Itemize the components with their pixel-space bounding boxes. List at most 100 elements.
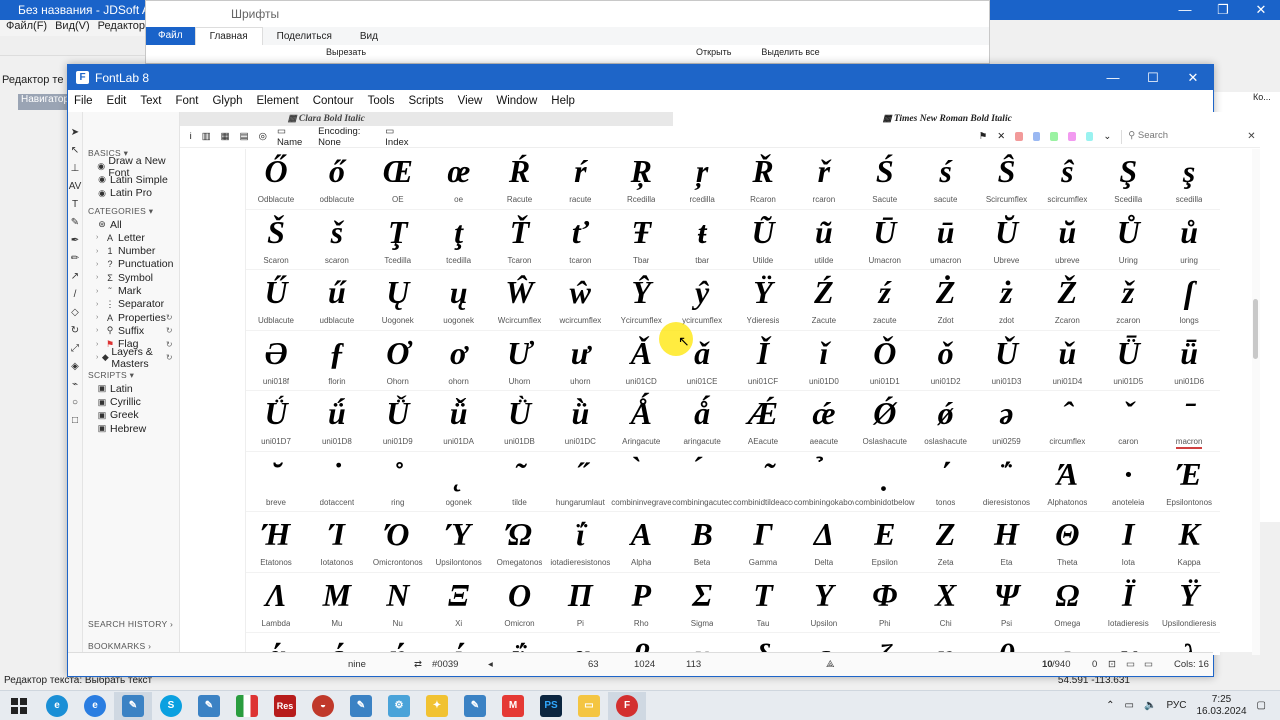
eraser-tool-icon[interactable]: ◇ [68, 306, 82, 320]
categories-section[interactable]: CATEGORIES ▾ [83, 204, 179, 218]
sidebar-item-latin-simple[interactable]: ◉ Latin Simple [83, 173, 179, 186]
notifications-icon[interactable]: ▢ [1257, 700, 1266, 711]
font-tab-times[interactable]: ▦ Times New Roman Bold Italic [673, 112, 1260, 126]
search-input[interactable]: ⚲ Search [1121, 129, 1237, 144]
bg-menu-view[interactable]: Вид(V) [55, 20, 90, 36]
glyph-cell[interactable]: Š Scaron [246, 210, 307, 270]
glyph-cell[interactable]: Ν Nu [367, 573, 428, 633]
flag-filter-icon[interactable]: ⚑ [979, 131, 988, 142]
chevron-right-icon[interactable]: › [96, 314, 104, 321]
glyph-cell[interactable]: Ε Epsilon [854, 512, 915, 572]
sidebar-item-all[interactable]: ⊛ All [83, 218, 179, 231]
glyph-cell[interactable]: Ό Omicrontonos [367, 512, 428, 572]
eyedropper-tool-icon[interactable]: ⌁ [68, 378, 82, 392]
glyph-cell[interactable]: Ξ Xi [428, 573, 489, 633]
glyph-cell[interactable]: Ţ Tcedilla [367, 210, 428, 270]
glyph-cell[interactable]: ų uogonek [428, 270, 489, 330]
glyph-cell[interactable]: ů uring [1159, 210, 1220, 270]
glyph-cell[interactable]: Ή Etatonos [246, 512, 307, 572]
chevron-right-icon[interactable]: › [96, 327, 104, 334]
glyph-cell[interactable]: œ oe [428, 149, 489, 209]
glyph-cell[interactable]: Π Pi [550, 573, 611, 633]
glyph-cell[interactable]: Λ Lambda [246, 573, 307, 633]
glyph-cell[interactable]: ̃combinidtildeaccent [733, 452, 794, 512]
pen-tool-icon[interactable]: ✒ [68, 234, 82, 248]
close-icon[interactable]: ✕ [1242, 2, 1280, 18]
metric-value-a[interactable]: 63 [588, 659, 599, 670]
photoshop-icon[interactable]: PS [532, 692, 570, 720]
glyph-cell[interactable]: ź zacute [854, 270, 915, 330]
ie-browser-icon[interactable]: e [76, 692, 114, 720]
color-flag-blue[interactable] [1032, 132, 1041, 141]
ellipse-tool-icon[interactable]: ○ [68, 396, 82, 410]
glyph-cell[interactable]: ǽ aeacute [793, 391, 854, 451]
sidebar-item-layers-masters[interactable]: › ◆ Layers & Masters ↻ [83, 346, 179, 370]
sidebar-toggle-icon[interactable]: ▥ [202, 131, 211, 142]
bg-menu-file[interactable]: Файл(F) [6, 20, 47, 36]
refresh-icon[interactable]: ↻ [166, 340, 173, 349]
search-history-section[interactable]: SEARCH HISTORY › [88, 619, 173, 629]
rectangle-tool-icon[interactable]: □ [68, 414, 82, 428]
glyph-cell[interactable]: ő odblacute [306, 149, 367, 209]
glyph-cell[interactable]: Γ Gamma [733, 512, 794, 572]
glyph-cell[interactable]: Ά Alphatonos [1037, 452, 1098, 512]
design-app-icon-2[interactable]: ✎ [342, 692, 380, 720]
glyph-cell[interactable]: Ś Sacute [854, 149, 915, 209]
glyph-cell[interactable]: Ŷ Ycircumflex [611, 270, 672, 330]
glyph-cell[interactable]: Δ Delta [793, 512, 854, 572]
glyph-cell[interactable]: ǻ aringacute [672, 391, 733, 451]
glyph-cell[interactable]: ˛ ogonek [428, 452, 489, 512]
glyph-cell[interactable]: ́combiningacutecent [672, 452, 733, 512]
glyph-cell[interactable]: ŷ ycircumflex [672, 270, 733, 330]
open-button[interactable]: Открыть [696, 47, 731, 57]
sidebar-item-separator[interactable]: › ⋮ Separator [83, 298, 179, 311]
explorer-tab-view[interactable]: Вид [346, 31, 392, 42]
menu-font[interactable]: Font [175, 95, 198, 107]
glyph-cell[interactable]: ơ ohorn [428, 331, 489, 391]
menu-glyph[interactable]: Glyph [212, 95, 242, 107]
sidebar-item-latin-pro[interactable]: ◉ Latin Pro [83, 187, 179, 200]
encoding-dropdown[interactable]: Encoding: None [318, 126, 375, 148]
glyph-cell[interactable]: ť tcaron [550, 210, 611, 270]
close-icon[interactable]: ✕ [1173, 70, 1213, 86]
file-explorer-icon[interactable]: ▭ [570, 692, 608, 720]
glyph-cell[interactable]: Ź Zacute [793, 270, 854, 330]
cell-size-large-icon[interactable]: ▭ [1144, 659, 1153, 670]
network-icon[interactable]: ▭ [1125, 700, 1134, 711]
glyph-cell[interactable]: ˚ ring [367, 452, 428, 512]
glyph-cell[interactable]: ΐ iotadieresistonos [550, 512, 611, 572]
glyph-cell[interactable]: Ū Umacron [854, 210, 915, 270]
sidebar-item-number[interactable]: › 1 Number [83, 244, 179, 257]
glyph-cell[interactable]: Ρ Rho [611, 573, 672, 633]
glyph-cell[interactable]: Ǿ Oslashacute [854, 391, 915, 451]
glyph-cell[interactable]: Β Beta [672, 512, 733, 572]
refresh-icon[interactable]: ↻ [166, 313, 173, 322]
scripts-section[interactable]: SCRIPTS ▾ [83, 368, 179, 382]
glyph-cell[interactable]: Η Eta [976, 512, 1037, 572]
skype-icon[interactable]: S [152, 692, 190, 720]
artform-app-icon[interactable]: ✎ [114, 691, 152, 720]
panel-view-icon[interactable]: ▤ [240, 131, 249, 142]
menu-file[interactable]: File [74, 95, 93, 107]
explorer-tab-share[interactable]: Поделиться [263, 31, 346, 42]
close-icon[interactable]: ✕ [1247, 131, 1255, 142]
glyph-cell[interactable]: Ů Uring [1098, 210, 1159, 270]
pdf-app-icon[interactable]: M [494, 692, 532, 720]
chevron-right-icon[interactable]: › [96, 248, 104, 255]
cell-size-small-icon[interactable]: ⊡ [1108, 659, 1116, 670]
glyph-cell[interactable]: ˆ circumflex [1037, 391, 1098, 451]
menu-text[interactable]: Text [140, 95, 161, 107]
glyph-cell[interactable]: ŵ wcircumflex [550, 270, 611, 330]
chevron-right-icon[interactable]: › [96, 261, 104, 268]
glyph-cell[interactable]: ŝ scircumflex [1037, 149, 1098, 209]
glyph-cell[interactable]: ˉ macron [1159, 391, 1220, 451]
glyph-cell[interactable]: ſ longs [1159, 270, 1220, 330]
glyph-cell[interactable]: Ǐuni01CF [733, 331, 794, 391]
glyph-cell[interactable]: Ζ Zeta [915, 512, 976, 572]
glyph-cell[interactable]: Ǻ Aringacute [611, 391, 672, 451]
glyph-cell-icon[interactable]: ◎ [259, 131, 267, 142]
glyph-cell[interactable]: ΄ tonos [915, 452, 976, 512]
rapid-tool-icon[interactable]: ↗ [68, 270, 82, 284]
glyph-cell[interactable]: ̀combininvegravecent [611, 452, 672, 512]
glyph-cell[interactable]: ş scedilla [1159, 149, 1220, 209]
